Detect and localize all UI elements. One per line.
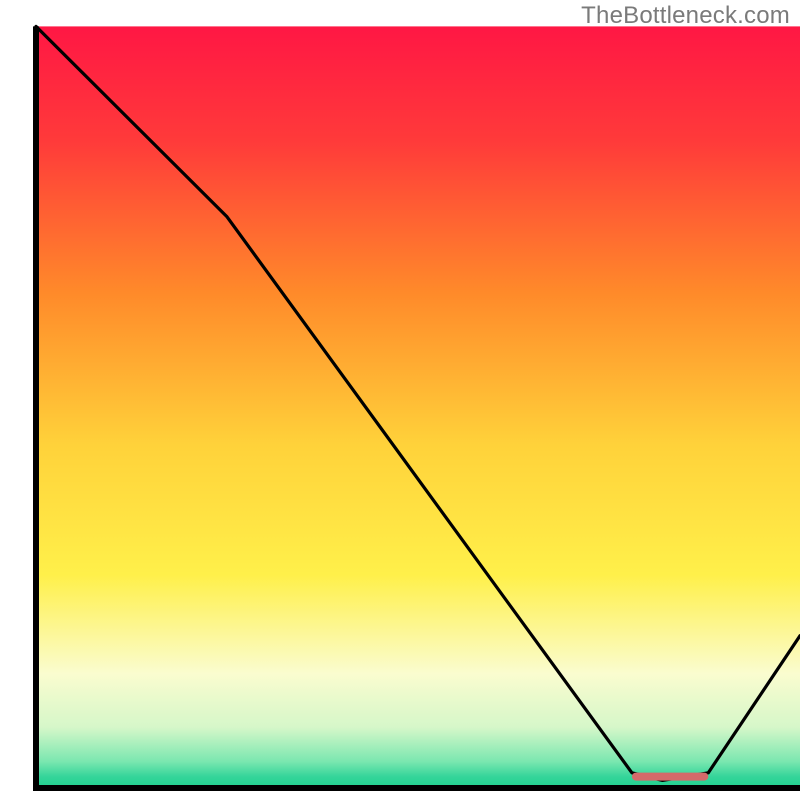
bottleneck-chart [0, 0, 800, 800]
chart-frame: TheBottleneck.com [0, 0, 800, 800]
optimum-marker [632, 773, 708, 781]
